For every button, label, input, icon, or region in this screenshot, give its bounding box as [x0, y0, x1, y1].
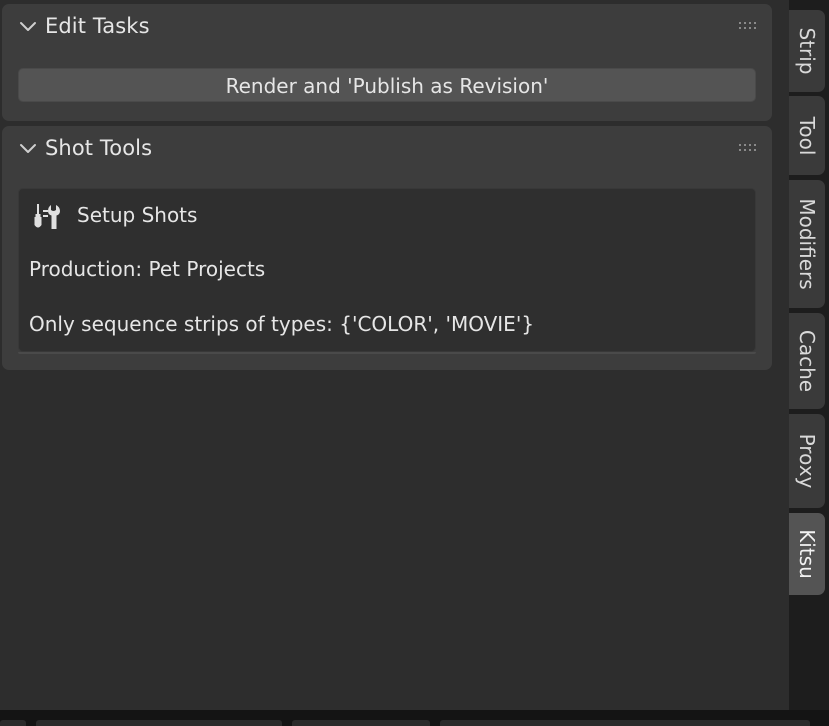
drag-grip-icon[interactable] — [738, 20, 760, 32]
tab-label: Strip — [795, 27, 819, 75]
shot-tools-panel-header[interactable]: Shot Tools — [2, 126, 772, 170]
tab-tool[interactable]: Tool — [789, 96, 825, 175]
setup-shots-title: Setup Shots — [77, 203, 198, 227]
tab-strip[interactable]: Strip — [789, 10, 825, 92]
sidebar-tab-strip: Strip Tool Modifiers Cache Proxy Kitsu — [789, 0, 829, 710]
shot-tools-panel-title: Shot Tools — [45, 136, 153, 160]
bottom-bar-segment — [0, 720, 26, 726]
edit-tasks-panel: Edit Tasks Render and 'Publish as Revisi… — [2, 4, 772, 121]
bottom-status-bar — [0, 710, 829, 726]
setup-shots-box-edge — [18, 352, 756, 354]
tab-proxy[interactable]: Proxy — [789, 414, 825, 508]
tab-label: Modifiers — [795, 198, 819, 290]
chevron-down-icon[interactable] — [19, 21, 37, 33]
tab-label: Tool — [795, 116, 819, 155]
tab-label: Cache — [795, 329, 819, 393]
edit-tasks-panel-title: Edit Tasks — [45, 14, 150, 38]
render-publish-revision-button[interactable]: Render and 'Publish as Revision' — [18, 68, 756, 102]
shot-tools-panel: Shot Tools Setup Shots Production: Pet P… — [2, 126, 772, 370]
setup-shots-box: Setup Shots Production: Pet Projects Onl… — [18, 188, 756, 352]
tab-label: Proxy — [795, 433, 819, 489]
sidebar-region: Edit Tasks Render and 'Publish as Revisi… — [0, 0, 789, 710]
tab-cache[interactable]: Cache — [789, 313, 825, 409]
production-label: Production: Pet Projects — [29, 257, 266, 281]
blender-sequencer-sidebar: Edit Tasks Render and 'Publish as Revisi… — [0, 0, 829, 726]
bottom-bar-segment — [440, 720, 810, 726]
chevron-down-icon[interactable] — [19, 143, 37, 155]
tools-icon — [34, 204, 60, 229]
bottom-bar-segment — [36, 720, 282, 726]
tab-modifiers[interactable]: Modifiers — [789, 180, 825, 308]
drag-grip-icon[interactable] — [738, 142, 760, 154]
edit-tasks-panel-header[interactable]: Edit Tasks — [2, 4, 772, 48]
bottom-bar-segment — [292, 720, 430, 726]
tab-kitsu[interactable]: Kitsu — [789, 513, 825, 595]
strip-types-label: Only sequence strips of types: {'COLOR',… — [29, 312, 535, 336]
tab-label: Kitsu — [795, 529, 819, 579]
